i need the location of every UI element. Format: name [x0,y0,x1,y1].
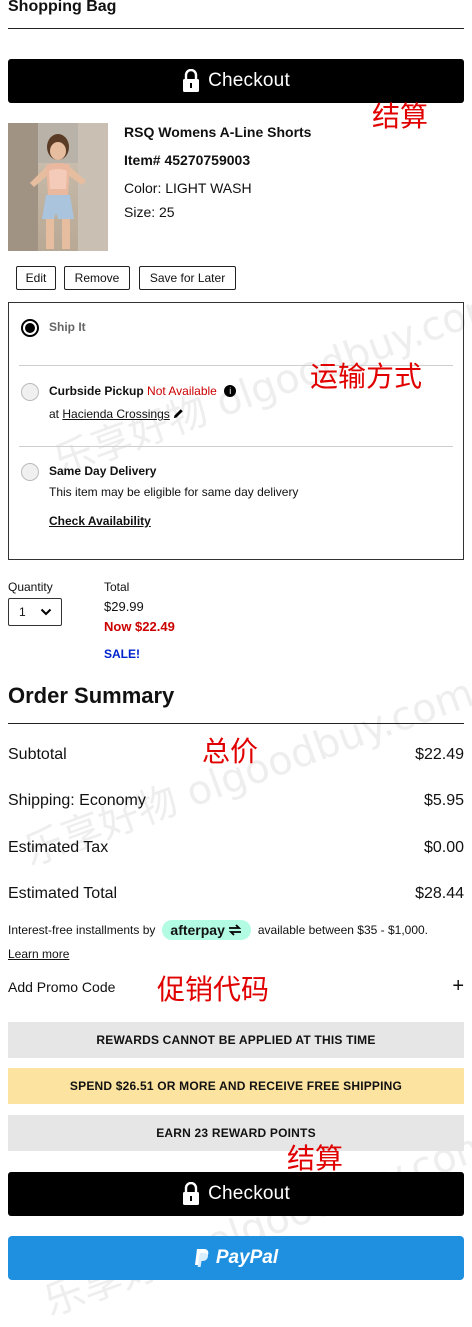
subtotal-row: Subtotal $22.49 [8,746,464,764]
edit-button[interactable]: Edit [16,266,56,290]
checkout-label: Checkout [208,70,290,91]
save-for-later-button[interactable]: Save for Later [139,266,236,290]
shipping-label: Shipping: Economy [8,792,146,810]
check-availability-link[interactable]: Check Availability [49,514,151,528]
price-total-label: Total [104,580,130,594]
product-size: Size: 25 [124,204,175,220]
free-shipping-banner: SPEND $26.51 OR MORE AND RECEIVE FREE SH… [8,1068,464,1104]
sale-badge: SALE! [104,647,140,661]
rewards-notice: REWARDS CANNOT BE APPLIED AT THIS TIME [8,1022,464,1058]
lock-icon [183,1182,200,1205]
ship-it-label[interactable]: Ship It [49,320,86,334]
afterpay-brand: afterpay [170,922,225,938]
header-divider [8,28,464,29]
estimated-total-row: Estimated Total $28.44 [8,885,464,903]
product-name[interactable]: RSQ Womens A-Line Shorts [124,124,311,140]
curbside-radio[interactable] [21,383,39,401]
shipping-value: $5.95 [423,792,464,809]
product-image[interactable] [8,123,108,251]
same-day-label[interactable]: Same Day Delivery [49,464,156,478]
afterpay-arrows-icon [228,924,242,936]
shipping-method: Economy [79,792,146,809]
shipping-options: Ship It Curbside Pickup Not Available i … [8,302,464,560]
not-available-text: Not Available [147,384,217,398]
shipping-row: Shipping: Economy $5.95 [8,792,464,810]
summary-divider [8,723,464,724]
quantity-label: Quantity [8,580,53,594]
paypal-label: PayPal [215,1247,279,1268]
lock-icon [183,69,200,92]
order-summary-title: Order Summary [8,683,175,708]
annotation-shipping: 运输方式 [310,360,423,393]
paypal-icon [194,1249,209,1267]
tax-value: $0.00 [423,839,464,856]
plus-icon: + [452,975,464,997]
same-day-radio[interactable] [21,463,39,481]
checkout-label: Checkout [208,1183,290,1204]
remove-button[interactable]: Remove [64,266,130,290]
afterpay-logo[interactable]: afterpay [162,920,251,940]
learn-more-link[interactable]: Learn more [8,947,69,961]
afterpay-suffix: available between $35 - $1,000. [257,923,429,937]
pickup-store: at Hacienda Crossings [49,407,184,421]
tax-row: Estimated Tax $0.00 [8,839,464,857]
annotation-checkout-bottom: 结算 [287,1142,344,1175]
option-divider [19,446,453,447]
info-icon[interactable]: i [224,385,237,397]
product-item-number: Item# 45270759003 [124,152,251,168]
original-price: $29.99 [104,599,144,614]
at-label: at [49,407,60,421]
annotation-checkout: 结算 [372,100,429,133]
product-color: Color: LIGHT WASH [124,180,252,196]
same-day-description: This item may be eligible for same day d… [49,485,299,499]
annotation-promo: 促销代码 [157,973,270,1006]
chevron-down-icon [40,608,52,616]
subtotal-label: Subtotal [8,746,67,763]
sale-price: Now $22.49 [104,619,175,634]
pencil-icon[interactable] [173,408,184,419]
estimated-total-label: Estimated Total [8,885,118,902]
afterpay-info: Interest-free installments by afterpay a… [8,920,464,940]
reward-points-banner: EARN 23 REWARD POINTS [8,1115,464,1151]
ship-it-radio[interactable] [21,319,39,337]
product-photo [8,123,108,251]
afterpay-prefix: Interest-free installments by [8,923,156,937]
shipping-label-text: Shipping: [8,792,75,809]
checkout-button-bottom[interactable]: Checkout [8,1172,464,1216]
quantity-select[interactable]: 1 [8,598,62,626]
page-title: Shopping Bag [8,0,117,15]
tax-label: Estimated Tax [8,839,109,856]
subtotal-value: $22.49 [415,746,464,763]
curbside-option[interactable]: Curbside Pickup Not Available i [49,384,237,398]
curbside-label: Curbside Pickup [49,384,144,398]
promo-code-label: Add Promo Code [8,979,116,995]
paypal-button[interactable]: PayPal [8,1236,464,1280]
estimated-total-value: $28.44 [415,885,464,902]
quantity-value: 1 [19,605,26,619]
store-link[interactable]: Hacienda Crossings [62,407,169,421]
